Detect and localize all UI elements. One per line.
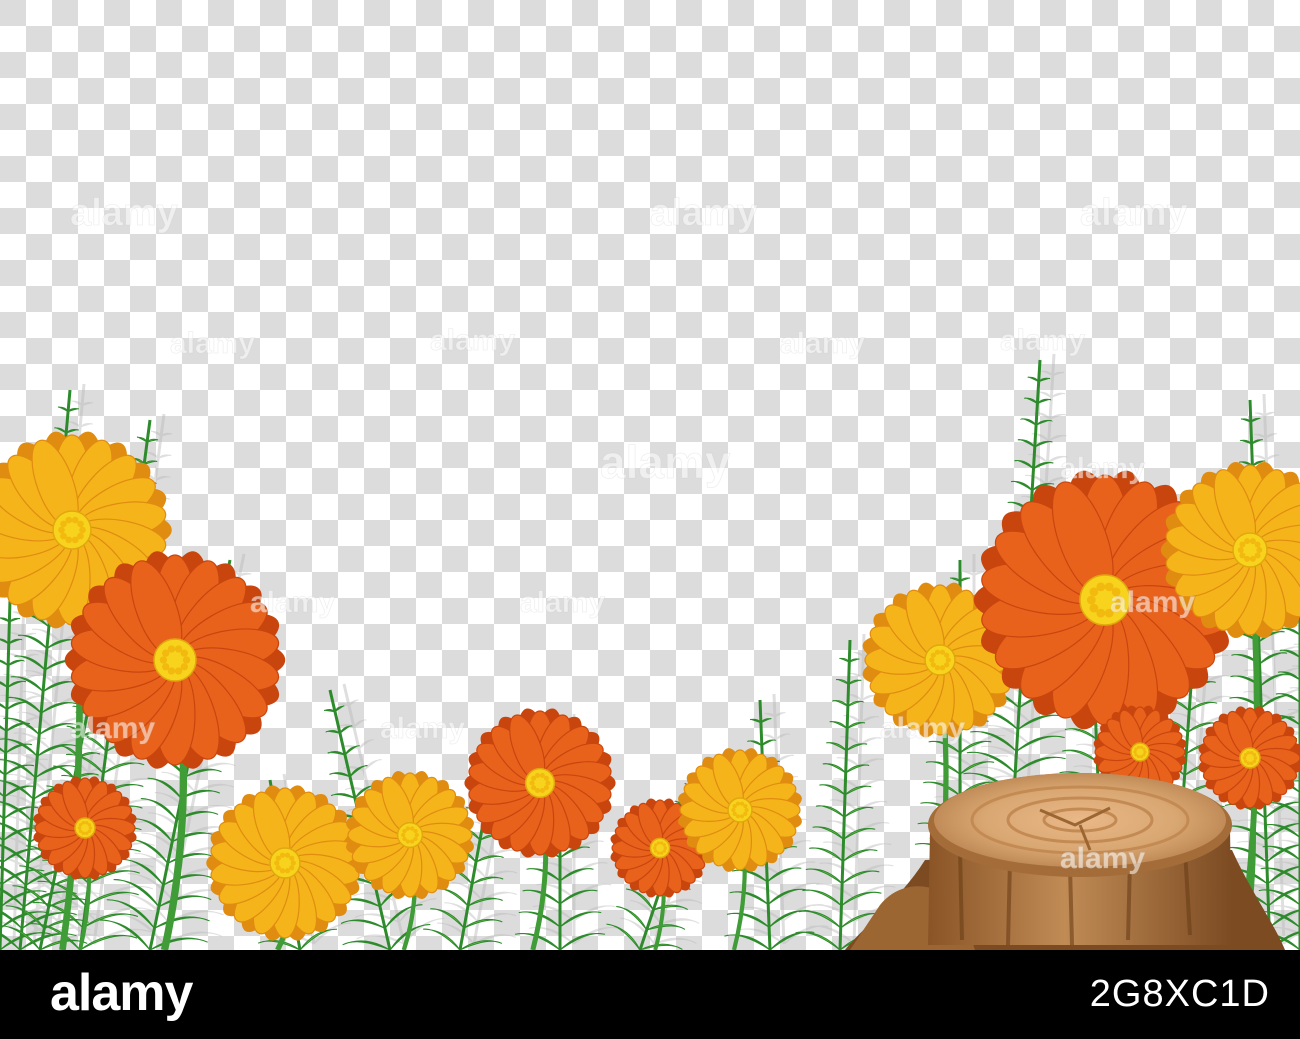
watermark-text: alamy: [1110, 586, 1195, 619]
alamy-logo: alamy: [50, 964, 195, 1022]
watermark-text: alamy: [780, 327, 865, 360]
watermark-text: alamy: [170, 327, 255, 360]
watermark-text: alamy: [600, 436, 731, 488]
watermark-text: alamy: [1060, 842, 1145, 875]
image-id-label: 2G8XC1D: [1089, 973, 1270, 1015]
watermark-text: alamy: [430, 324, 515, 357]
illustration: alamy alamy alamy alamy alamy alamy alamy alamy…: [0, 0, 1300, 950]
watermark-text: alamy: [650, 192, 758, 234]
watermark-text: alamy: [380, 712, 465, 745]
watermark-text: alamy: [1080, 192, 1188, 234]
svg-text:alamy: alamy: [50, 964, 194, 1022]
watermark-text: alamy: [880, 712, 965, 745]
watermark-text: alamy: [520, 586, 605, 619]
watermark-text: alamy: [250, 586, 335, 619]
footer-bar: alamy 2G8XC1D: [0, 950, 1300, 1039]
watermark-text: alamy: [1060, 452, 1145, 485]
stock-image: alamy alamy alamy alamy alamy alamy alamy alamy…: [0, 0, 1300, 1039]
watermark-text: alamy: [1000, 324, 1085, 357]
watermark-text: alamy: [70, 712, 155, 745]
watermark-text: alamy: [70, 192, 178, 234]
